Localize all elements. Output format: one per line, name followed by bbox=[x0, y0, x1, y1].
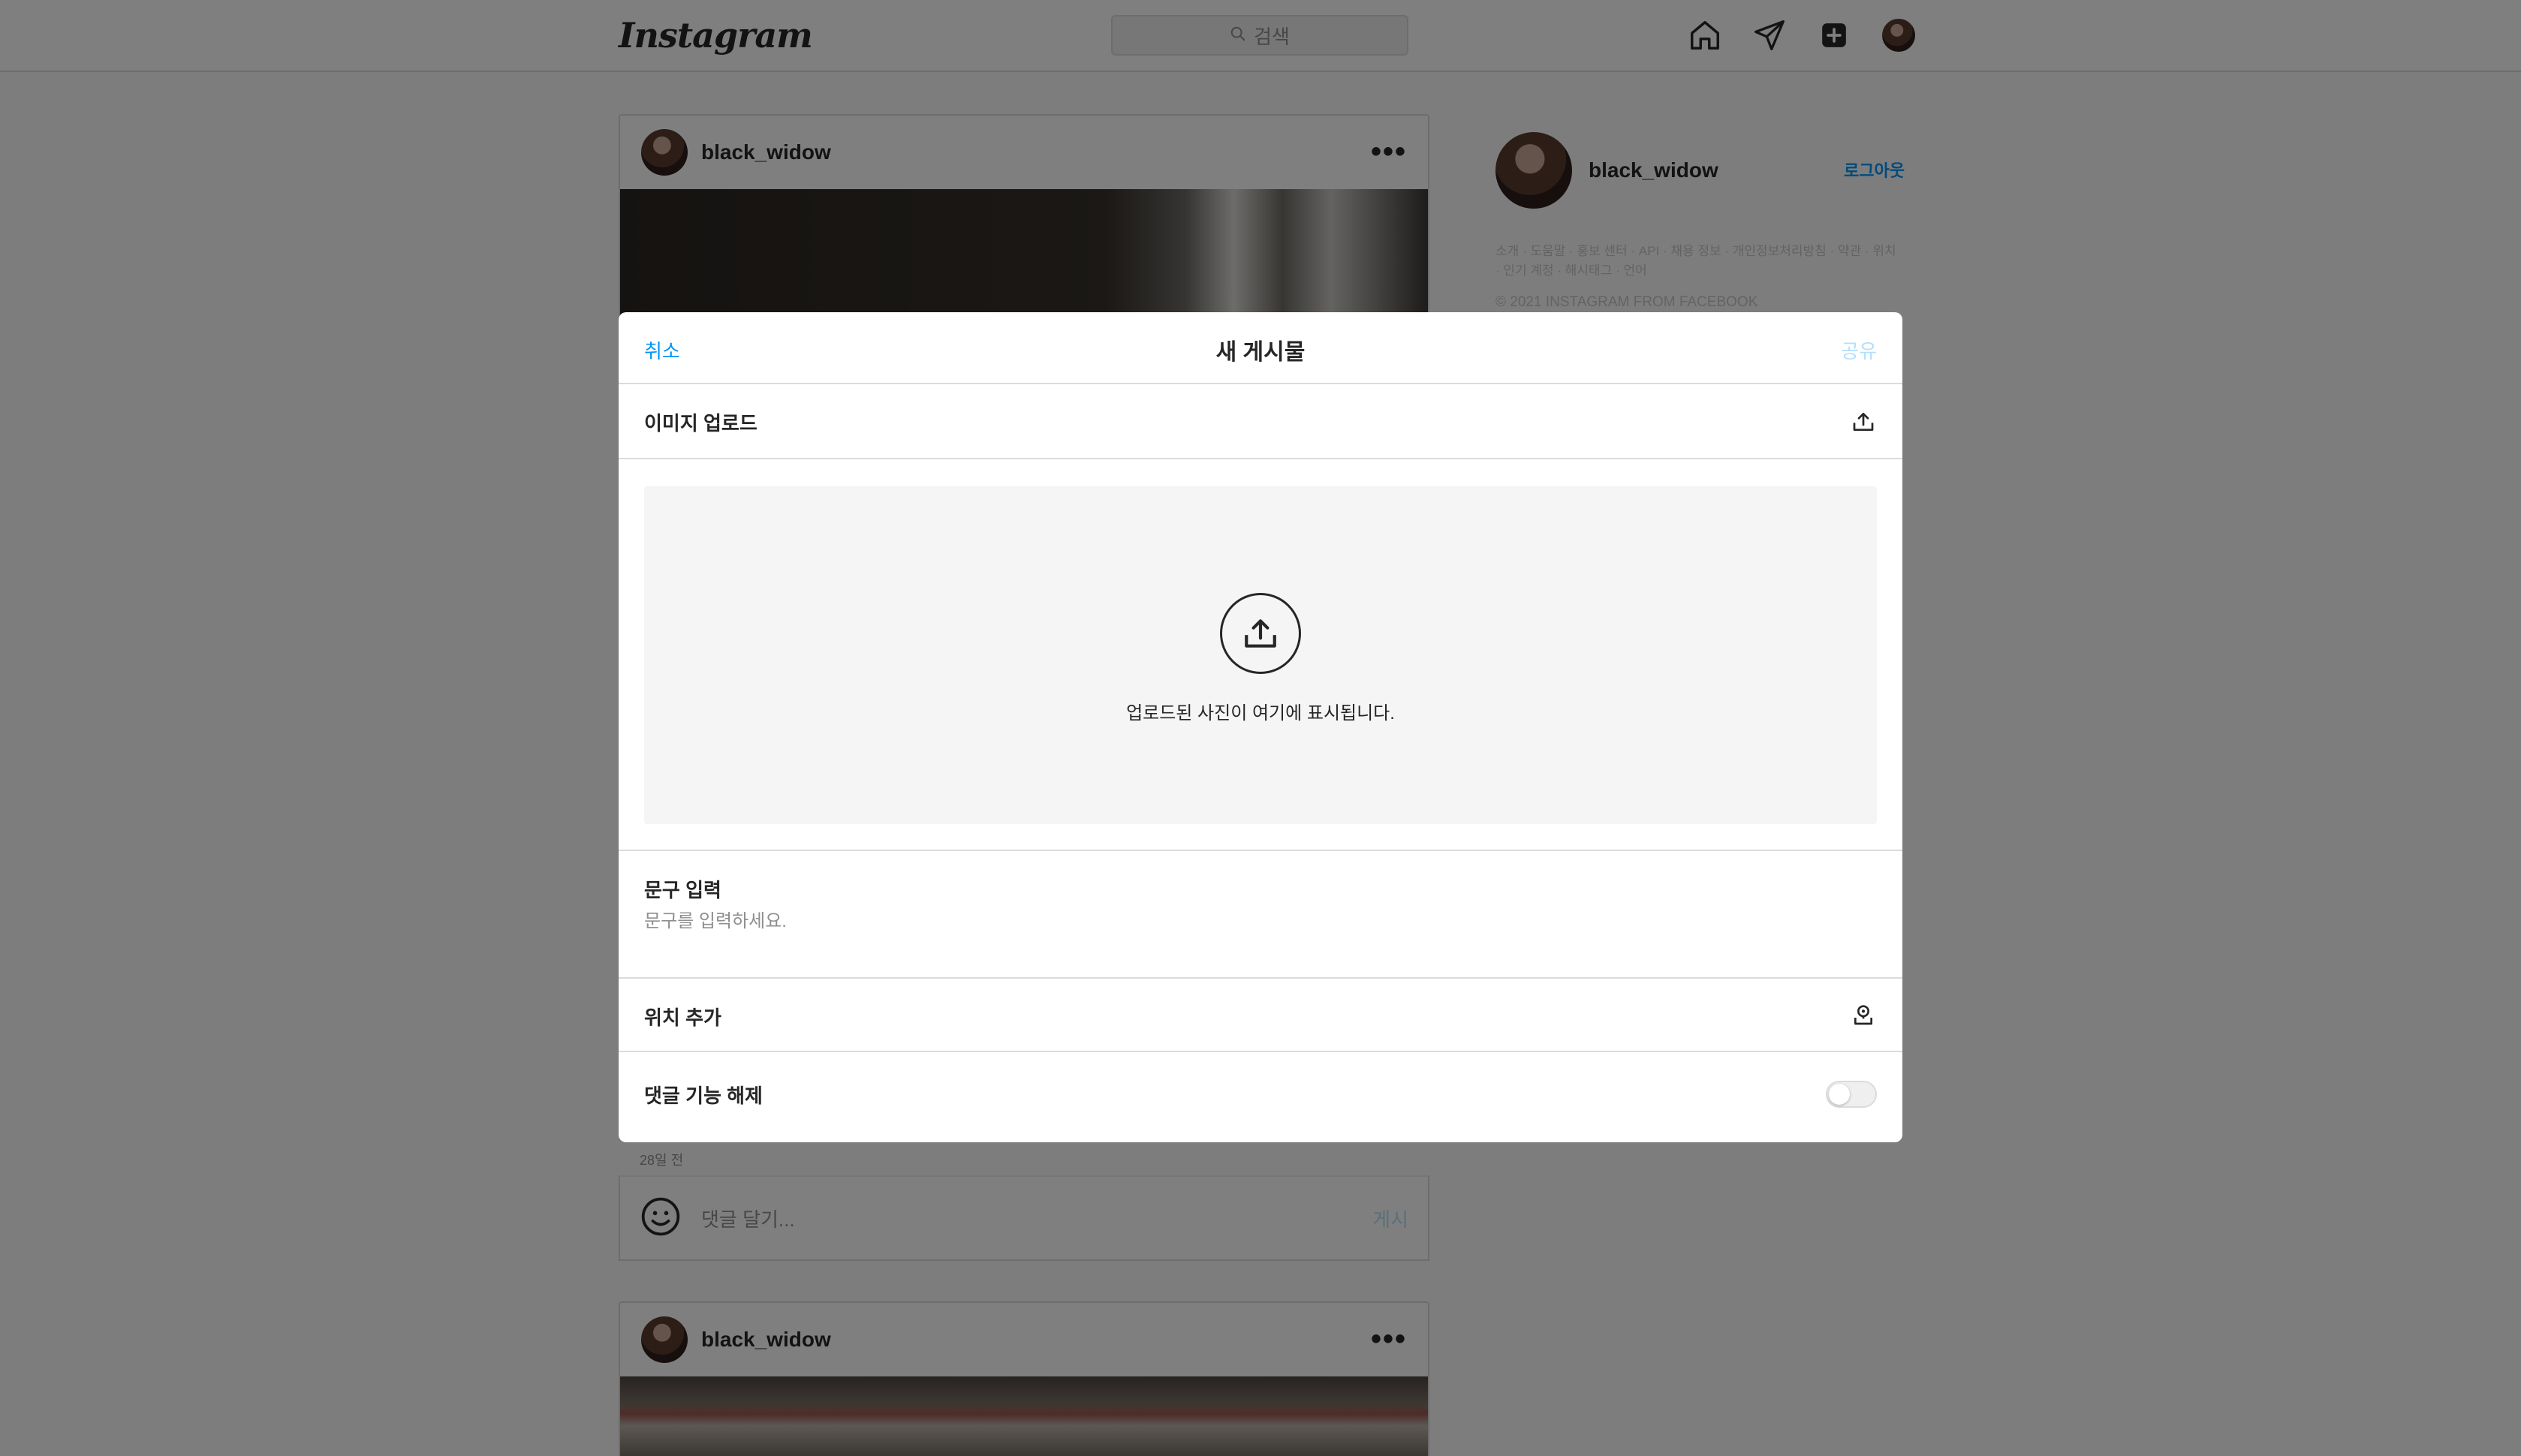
upload-icon[interactable] bbox=[1850, 408, 1877, 435]
dialog-title: 새 게시물 bbox=[1215, 340, 1306, 365]
caption-row: 문구 입력 bbox=[619, 851, 1902, 979]
dropzone-section: 업로드된 사진이 여기에 표시됩니다. bbox=[619, 459, 1902, 851]
caption-label: 문구 입력 bbox=[644, 879, 721, 901]
page: Instagram 검색 black_widow bbox=[0, 0, 2521, 1456]
new-post-dialog: 취소 새 게시물 공유 이미지 업로드 업로드된 사진이 여기에 표시됩니다. … bbox=[619, 312, 1902, 1142]
image-upload-row[interactable]: 이미지 업로드 bbox=[619, 384, 1902, 459]
image-dropzone[interactable]: 업로드된 사진이 여기에 표시됩니다. bbox=[644, 486, 1877, 824]
location-pin-icon[interactable] bbox=[1850, 1001, 1877, 1028]
disable-comments-toggle[interactable] bbox=[1826, 1081, 1877, 1108]
comments-label: 댓글 기능 해제 bbox=[644, 1084, 763, 1107]
dialog-header: 취소 새 게시물 공유 bbox=[619, 312, 1902, 384]
toggle-knob bbox=[1829, 1084, 1850, 1105]
upload-label: 이미지 업로드 bbox=[644, 412, 758, 435]
upload-circle-icon[interactable] bbox=[1220, 593, 1301, 674]
share-button[interactable]: 공유 bbox=[1841, 336, 1877, 364]
caption-input[interactable] bbox=[644, 908, 1845, 935]
location-label: 위치 추가 bbox=[644, 1006, 721, 1029]
dropzone-hint: 업로드된 사진이 여기에 표시됩니다. bbox=[1126, 703, 1395, 723]
location-row[interactable]: 위치 추가 bbox=[619, 979, 1902, 1052]
comments-row: 댓글 기능 해제 bbox=[619, 1052, 1902, 1139]
